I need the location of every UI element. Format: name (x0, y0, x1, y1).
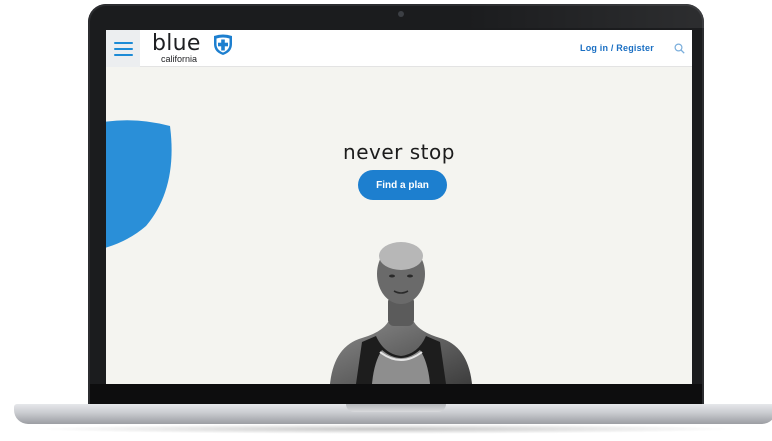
search-icon[interactable] (674, 43, 685, 54)
laptop-screen: blue california Log in / Register never … (106, 30, 692, 384)
shield-graphic (106, 120, 172, 248)
find-a-plan-button[interactable]: Find a plan (358, 170, 447, 200)
webcam-icon (398, 11, 404, 17)
shield-cross-icon (214, 34, 232, 55)
logo-subtitle: california (161, 54, 198, 64)
laptop-hinge (90, 384, 702, 406)
screen-glare (464, 4, 704, 28)
hero-headline: never stop (343, 140, 455, 164)
laptop-shadow (30, 424, 742, 434)
hamburger-menu-icon[interactable] (106, 30, 140, 67)
laptop-notch (346, 404, 446, 412)
hero-person-image (330, 242, 472, 384)
logo-wordmark: blue (152, 31, 201, 56)
site-header: blue california Log in / Register (106, 30, 692, 67)
blue-california-logo[interactable]: blue california (152, 31, 262, 66)
login-register-link[interactable]: Log in / Register (580, 43, 654, 53)
